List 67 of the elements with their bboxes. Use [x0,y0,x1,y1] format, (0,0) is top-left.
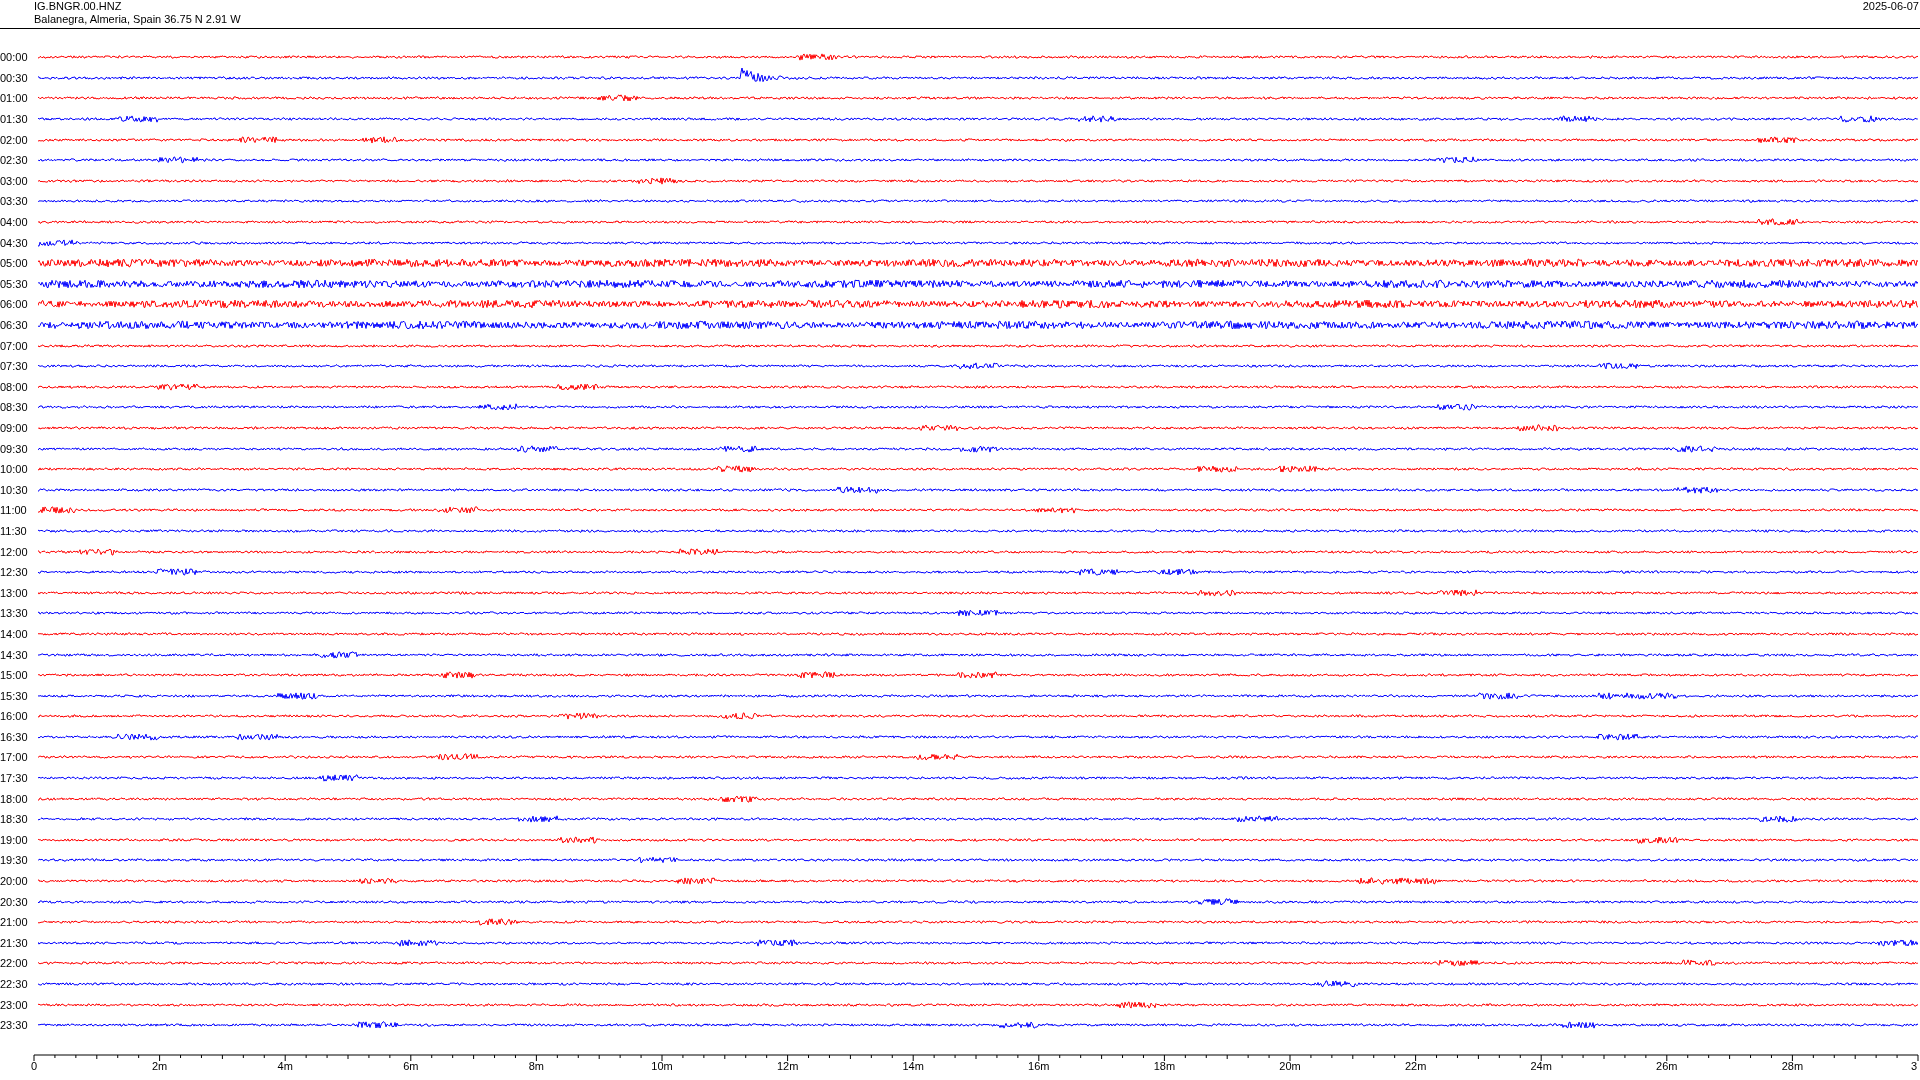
time-label: 10:30 [0,483,29,496]
axis-tick-label: 18m [1153,1059,1176,1072]
time-label: 17:30 [0,772,29,785]
plot-date: 2025-06-07 [1862,0,1920,14]
time-label: 07:00 [0,339,29,352]
time-label: 07:30 [0,360,29,373]
time-label: 20:30 [0,895,29,908]
time-label: 23:00 [0,998,29,1011]
time-label: 14:00 [0,627,29,640]
time-label: 01:00 [0,92,29,105]
axis-tick-label: 28m [1781,1059,1804,1072]
time-label: 19:30 [0,854,29,867]
station-code: IG.BNGR.00.HNZ [34,0,123,13]
time-label: 09:00 [0,422,29,434]
axis-tick-label: 0 [30,1059,38,1072]
time-label: 00:30 [0,71,29,84]
time-label: 12:00 [0,545,29,558]
time-label: 00:00 [0,51,29,64]
time-label: 05:30 [0,277,29,290]
axis-tick-label: 26m [1656,1059,1678,1072]
time-label: 11:30 [0,524,28,537]
time-label: 17:00 [0,751,29,764]
time-label: 16:00 [0,710,29,723]
time-label: 12:30 [0,566,29,579]
time-label: 18:00 [0,792,29,805]
time-label: 15:30 [0,689,29,702]
time-label: 02:30 [0,154,29,167]
time-label: 16:30 [0,730,29,743]
time-label: 22:00 [0,957,29,970]
time-label: 11:00 [0,504,28,517]
time-label: 02:00 [0,133,29,146]
axis-tick-label: 8m [528,1059,545,1072]
time-label: 10:00 [0,463,29,476]
axis-tick-label: 2m [151,1059,168,1072]
time-label: 06:00 [0,298,29,311]
axis-tick-label: 20m [1279,1059,1301,1072]
time-label: 03:30 [0,195,29,208]
time-label: 08:30 [0,401,29,414]
time-label: 04:30 [0,236,29,249]
axis-tick-label: 10m [651,1059,673,1072]
axis-tick-label: 16m [1028,1059,1050,1072]
axis-tick-label: 24m [1530,1059,1552,1072]
time-label: 13:30 [0,607,29,620]
time-label: 18:30 [0,813,29,826]
time-label: 23:30 [0,1019,29,1032]
time-label: 04:00 [0,216,29,229]
axis-tick-label: 12m [776,1059,799,1072]
time-label: 01:30 [0,113,29,126]
time-label: 09:30 [0,442,29,455]
time-label: 21:00 [0,916,29,929]
time-label: 14:30 [0,648,29,661]
time-label: 13:00 [0,586,29,599]
time-label: 19:00 [0,833,29,846]
time-label: 22:30 [0,978,29,990]
time-label: 15:00 [0,669,29,682]
time-label: 05:00 [0,257,29,270]
time-label: 21:30 [0,936,29,949]
axis-tick-label: 14m [902,1059,924,1072]
time-label: 03:00 [0,174,29,187]
axis-tick-label: 6m [403,1059,419,1072]
axis-tick-label: 4m [277,1059,293,1072]
station-location: Balanegra, Almeria, Spain 36.75 N 2.91 W [34,13,241,26]
time-label: 08:00 [0,380,29,393]
axis-tick-label: 3 [1911,1059,1918,1072]
time-label: 06:30 [0,319,29,331]
axis-tick-label: 22m [1404,1059,1427,1072]
time-label: 20:00 [0,875,29,888]
